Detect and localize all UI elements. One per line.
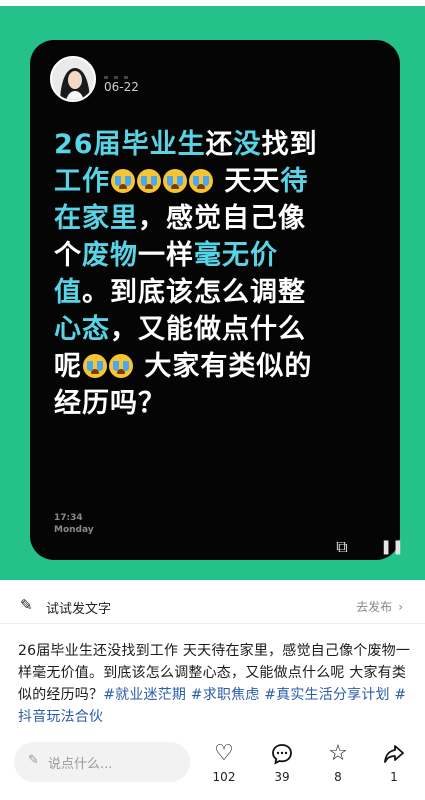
like-count: 102 bbox=[212, 770, 236, 784]
comment-placeholder: 说点什么... bbox=[48, 757, 113, 772]
post-caption: 26届毕业生还没找到工作 天天待在家里，感觉自己像个废物一样毫无价值。到底该怎么… bbox=[18, 640, 412, 728]
avatar[interactable] bbox=[50, 56, 96, 102]
hashtag-link[interactable]: #就业迷茫期 bbox=[103, 687, 186, 703]
hashtag-link[interactable]: #真实生活分享计划 bbox=[264, 687, 390, 703]
headline-text: 经历吗？ bbox=[54, 388, 166, 419]
favorite-button[interactable]: ☆ 8 bbox=[318, 740, 358, 784]
share-button[interactable]: 1 bbox=[374, 740, 414, 784]
headline-highlight: 毫无价 bbox=[194, 240, 278, 271]
headline-text: 还 bbox=[205, 129, 234, 160]
pause-icon[interactable]: ❚❚ bbox=[380, 535, 404, 559]
headline-text: 。到底该怎么调整 bbox=[82, 277, 306, 308]
crying-face-icon bbox=[109, 354, 133, 378]
headline-text: 找到 bbox=[261, 129, 318, 160]
headline-highlight: 在家里 bbox=[54, 203, 138, 234]
headline-text: 呢 bbox=[54, 351, 82, 382]
share-count: 1 bbox=[390, 770, 398, 784]
screen-scan-icon[interactable]: ⧉ bbox=[330, 535, 354, 559]
comment-input[interactable]: ✎ 说点什么... bbox=[14, 742, 190, 782]
weekday-label: Monday bbox=[54, 525, 94, 535]
draft-bar[interactable]: ✎ 试试发文字 去发布 › bbox=[0, 588, 425, 624]
crying-face-icon bbox=[83, 354, 107, 378]
crying-face-icon bbox=[137, 169, 161, 193]
headline-highlight: 26届毕业生 bbox=[54, 129, 206, 160]
headline-text: ，感觉自己像 bbox=[138, 203, 306, 234]
headline-text: 大家有类似的 bbox=[134, 351, 313, 382]
headline-text: ，又能做点什么 bbox=[110, 314, 306, 345]
pencil-icon: ✎ bbox=[28, 753, 39, 768]
crying-face-icon bbox=[163, 169, 187, 193]
crying-face-icon bbox=[111, 169, 135, 193]
headline-text: 天天 bbox=[214, 166, 281, 197]
headline-highlight: 废物 bbox=[82, 240, 138, 271]
bottom-action-bar: ✎ 说点什么... ♡ 102 39 ☆ 8 1 bbox=[0, 736, 425, 800]
publish-button[interactable]: 去发布 › bbox=[356, 598, 403, 615]
pencil-icon: ✎ bbox=[20, 596, 33, 614]
time-label: 17:34 bbox=[54, 513, 83, 523]
username-redacted bbox=[104, 64, 164, 79]
headline-text: 一样 bbox=[138, 240, 194, 271]
headline-highlight: 没 bbox=[233, 129, 262, 160]
headline-highlight: 待 bbox=[280, 166, 309, 197]
headline-highlight: 工作 bbox=[54, 166, 110, 197]
post-headline: 26届毕业生还没找到工作 天天待在家里，感觉自己像个废物一样毫无价值。到底该怎么… bbox=[54, 126, 386, 422]
timestamp: 17:34 Monday bbox=[54, 512, 94, 536]
heart-icon: ♡ bbox=[214, 741, 234, 766]
comment-button[interactable]: 39 bbox=[262, 740, 302, 784]
hashtag-link[interactable]: #求职焦虑 bbox=[191, 687, 260, 703]
publish-label: 去发布 bbox=[356, 600, 393, 614]
like-button[interactable]: ♡ 102 bbox=[204, 740, 244, 784]
headline-highlight: 值 bbox=[54, 277, 82, 308]
comment-bubble-icon bbox=[262, 740, 302, 768]
crying-face-icon bbox=[189, 169, 213, 193]
draft-label: 试试发文字 bbox=[46, 602, 112, 617]
share-arrow-icon bbox=[374, 740, 414, 768]
headline-highlight: 心态 bbox=[54, 314, 110, 345]
headline-text: 个 bbox=[54, 240, 82, 271]
star-icon: ☆ bbox=[328, 741, 348, 766]
favorite-count: 8 bbox=[334, 770, 342, 784]
post-date: 06-22 bbox=[104, 80, 139, 94]
comment-count: 39 bbox=[274, 770, 290, 784]
chevron-right-icon: › bbox=[398, 600, 403, 614]
